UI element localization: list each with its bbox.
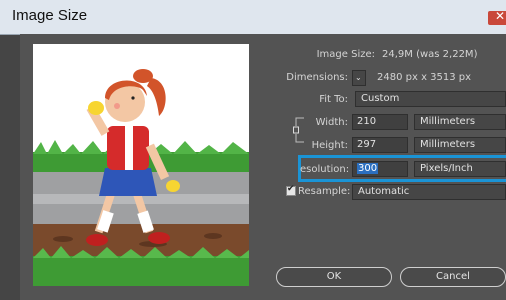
resample-dropdown[interactable]: Automatic <box>352 184 506 200</box>
ok-label: OK <box>326 271 342 282</box>
fit-to-dropdown[interactable]: Custom <box>355 91 506 107</box>
height-input[interactable]: 297 <box>352 137 408 153</box>
height-value: 297 <box>357 139 377 150</box>
resample-label: Resample: <box>298 186 351 197</box>
close-button[interactable]: ✕ <box>488 9 506 25</box>
resample-checkbox[interactable]: ✔ <box>286 184 296 196</box>
cancel-label: Cancel <box>436 271 470 282</box>
resolution-label: esolution: <box>300 164 350 175</box>
resolution-value: 300 <box>357 163 379 174</box>
width-input[interactable]: 210 <box>352 114 408 130</box>
fit-to-label: Fit To: <box>319 94 348 105</box>
image-size-value: 24,9M (was 2,22M) <box>382 49 478 60</box>
girl-illustration <box>33 44 249 286</box>
image-size-label: Image Size: <box>316 49 375 60</box>
ok-button[interactable]: OK <box>276 267 392 287</box>
dimensions-label: Dimensions: <box>286 72 348 83</box>
fit-to-value: Custom <box>361 93 400 104</box>
checkmark-icon: ✔ <box>287 184 295 194</box>
close-icon: ✕ <box>495 9 506 23</box>
height-unit: Millimeters <box>420 139 476 150</box>
image-preview[interactable] <box>33 44 249 286</box>
title-bar: Image Size ✕ <box>0 0 506 35</box>
height-label: Height: <box>311 140 348 151</box>
resolution-input[interactable]: 300 <box>352 161 408 177</box>
width-label: Width: <box>315 117 348 128</box>
height-unit-dropdown[interactable]: Millimeters <box>414 137 506 153</box>
window-title: Image Size <box>12 7 88 24</box>
width-unit-dropdown[interactable]: Millimeters <box>414 114 506 130</box>
dimensions-value: 2480 px x 3513 px <box>377 72 472 83</box>
resolution-unit-dropdown[interactable]: Pixels/Inch <box>414 161 506 177</box>
resample-value: Automatic <box>358 186 410 197</box>
width-unit: Millimeters <box>420 116 476 127</box>
resolution-unit: Pixels/Inch <box>420 163 473 174</box>
width-value: 210 <box>357 116 377 127</box>
chevron-down-icon: ⌄ <box>355 73 362 82</box>
dimensions-unit-dropdown[interactable]: ⌄ <box>352 70 366 86</box>
cancel-button[interactable]: Cancel <box>400 267 506 287</box>
